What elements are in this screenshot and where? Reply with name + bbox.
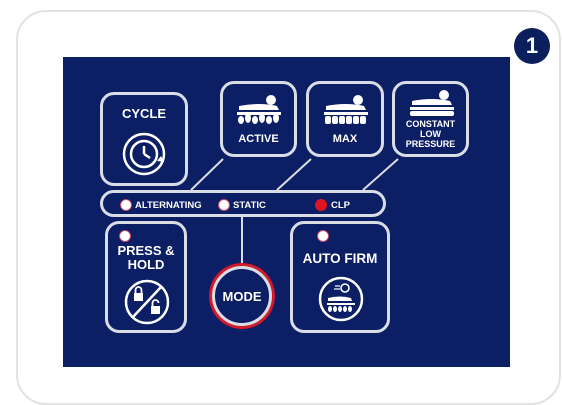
press-hold-indicator — [119, 230, 131, 242]
press-hold-label-line-1: PRESS & — [117, 243, 175, 258]
mattress-active-icon — [237, 95, 281, 124]
clp-label-line-3: PRESSURE — [405, 139, 456, 149]
mode-button[interactable]: MODE — [212, 266, 272, 326]
clp-indicator-label: CLP — [331, 200, 350, 211]
step-number-badge: 1 — [514, 28, 550, 64]
cycle-button[interactable]: CYCLE — [100, 92, 188, 186]
static-label: STATIC — [233, 200, 266, 211]
active-mode-button[interactable]: ACTIVE — [220, 81, 297, 157]
press-hold-label-line-2: HOLD — [127, 257, 165, 272]
alternating-indicator — [120, 199, 132, 211]
static-indicator — [218, 199, 230, 211]
press-hold-button[interactable]: PRESS & HOLD — [105, 221, 187, 333]
auto-firm-label: AUTO FIRM — [302, 251, 378, 266]
lock-unlock-icon — [124, 279, 170, 325]
auto-firm-button[interactable]: AUTO FIRM — [290, 221, 390, 333]
clock-cycle-icon — [122, 132, 166, 176]
mattress-constant-low-pressure-icon — [410, 90, 454, 116]
control-panel: CYCLE ACTIVE MAX CONSTANT LOW PRESSURE A… — [63, 57, 510, 367]
cycle-label: CYCLE — [121, 106, 167, 121]
auto-firm-indicator — [317, 230, 329, 242]
active-label: ACTIVE — [238, 133, 279, 145]
constant-low-pressure-button[interactable]: CONSTANT LOW PRESSURE — [392, 81, 469, 157]
max-mode-button[interactable]: MAX — [306, 81, 384, 157]
clp-indicator — [315, 199, 327, 211]
max-label: MAX — [332, 133, 358, 145]
mode-label: MODE — [222, 288, 262, 304]
alternating-label: ALTERNATING — [135, 200, 202, 211]
mattress-max-icon — [324, 95, 368, 124]
auto-firm-mattress-icon — [318, 276, 364, 322]
